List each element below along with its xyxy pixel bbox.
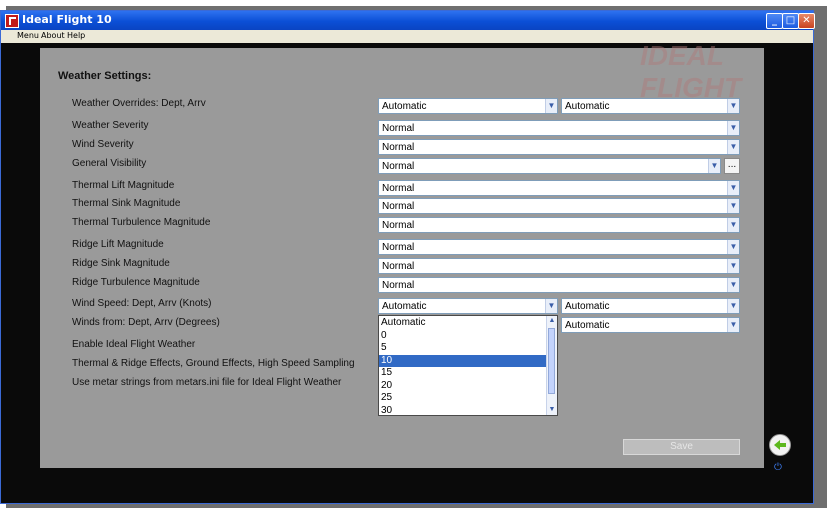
chevron-down-icon[interactable]: ▼ (727, 299, 739, 313)
select-value: Automatic (565, 301, 610, 312)
dropdown-option[interactable]: Automatic (379, 317, 548, 330)
menu-item-menu[interactable]: Menu (17, 31, 39, 40)
wind-speed-arrv-select[interactable]: Automatic ▼ (561, 298, 740, 314)
label-thermal-ridge-effects: Thermal & Ridge Effects, Ground Effects,… (72, 358, 355, 369)
scrollbar-thumb[interactable] (548, 328, 555, 394)
label-thermal-lift: Thermal Lift Magnitude (72, 180, 175, 191)
weather-override-dept-select[interactable]: Automatic ▼ (378, 98, 558, 114)
thermal-lift-select[interactable]: Normal ▼ (378, 180, 740, 196)
select-value: Normal (382, 142, 415, 153)
label-weather-overrides: Weather Overrides: Dept, Arrv (72, 98, 206, 109)
label-ridge-sink: Ridge Sink Magnitude (72, 258, 170, 269)
select-value: Normal (382, 280, 415, 291)
page-title: Weather Settings: (58, 70, 152, 82)
chevron-down-icon[interactable]: ▼ (727, 199, 739, 213)
maximize-button[interactable]: □ (782, 13, 799, 29)
select-value: Normal (382, 183, 415, 194)
ridge-sink-select[interactable]: Normal ▼ (378, 258, 740, 274)
chevron-down-icon[interactable]: ▼ (727, 181, 739, 195)
dropdown-scrollbar[interactable]: ▲ ▼ (546, 316, 557, 415)
label-ridge-turbulence: Ridge Turbulence Magnitude (72, 277, 200, 288)
power-icon[interactable]: ⏻ (774, 462, 782, 473)
watermark-logo: IDEAL FLIGHT (640, 40, 742, 103)
scroll-up-icon[interactable]: ▲ (547, 316, 557, 326)
chevron-down-icon[interactable]: ▼ (545, 99, 557, 113)
dropdown-option[interactable]: 25 (379, 392, 548, 405)
general-visibility-select[interactable]: Normal ▼ (378, 158, 721, 174)
select-value: Normal (382, 123, 415, 134)
window-title: Ideal Flight 10 (22, 13, 112, 26)
chevron-down-icon[interactable]: ▼ (727, 218, 739, 232)
chevron-down-icon[interactable]: ▼ (727, 278, 739, 292)
dropdown-option[interactable]: 15 (379, 367, 548, 380)
dropdown-option-selected[interactable]: 10 (379, 354, 548, 367)
wind-speed-dept-select[interactable]: Automatic ▼ (378, 298, 558, 314)
weather-severity-select[interactable]: Normal ▼ (378, 120, 740, 136)
select-value: Automatic (382, 301, 427, 312)
wind-speed-dropdown-list[interactable]: Automatic 0 5 10 15 20 25 30 ▲ ▼ (378, 315, 558, 416)
chevron-down-icon[interactable]: ▼ (727, 140, 739, 154)
chevron-down-icon[interactable]: ▼ (727, 259, 739, 273)
visibility-options-button[interactable]: ... (724, 158, 740, 174)
scroll-down-icon[interactable]: ▼ (547, 405, 557, 415)
title-bar[interactable]: Ideal Flight 10 _ □ ✕ (1, 11, 815, 30)
select-value: Automatic (382, 101, 427, 112)
dropdown-option[interactable]: 5 (379, 342, 548, 355)
chevron-down-icon[interactable]: ▼ (708, 159, 720, 173)
wind-severity-select[interactable]: Normal ▼ (378, 139, 740, 155)
select-value: Normal (382, 242, 415, 253)
select-value: Normal (382, 161, 415, 172)
select-value: Normal (382, 201, 415, 212)
thermal-turbulence-select[interactable]: Normal ▼ (378, 217, 740, 233)
label-wind-speed: Wind Speed: Dept, Arrv (Knots) (72, 298, 212, 309)
select-value: Automatic (565, 320, 610, 331)
select-value: Normal (382, 261, 415, 272)
chevron-down-icon[interactable]: ▼ (727, 240, 739, 254)
winds-from-arrv-select[interactable]: Automatic ▼ (561, 317, 740, 333)
dropdown-option[interactable]: 20 (379, 380, 548, 393)
minimize-button[interactable]: _ (766, 13, 783, 29)
chevron-down-icon[interactable]: ▼ (727, 121, 739, 135)
dropdown-option[interactable]: 30 (379, 405, 548, 418)
dropdown-option[interactable]: 0 (379, 330, 548, 343)
chevron-down-icon[interactable]: ▼ (727, 318, 739, 332)
back-arrow-icon[interactable] (769, 434, 791, 456)
ridge-turbulence-select[interactable]: Normal ▼ (378, 277, 740, 293)
label-ridge-lift: Ridge Lift Magnitude (72, 239, 164, 250)
chevron-down-icon[interactable]: ▼ (545, 299, 557, 313)
label-use-metar: Use metar strings from metars.ini file f… (72, 377, 342, 388)
menu-item-help[interactable]: Help (67, 31, 85, 40)
arrow-tail-shape (779, 443, 786, 447)
ridge-lift-select[interactable]: Normal ▼ (378, 239, 740, 255)
chevron-down-icon[interactable]: ▼ (727, 99, 739, 113)
close-button[interactable]: ✕ (798, 13, 815, 29)
label-enable-weather: Enable Ideal Flight Weather (72, 339, 196, 350)
label-winds-from: Winds from: Dept, Arrv (Degrees) (72, 317, 220, 328)
app-logo-icon (5, 14, 19, 28)
save-button[interactable]: Save (623, 439, 740, 455)
select-value: Normal (382, 220, 415, 231)
menu-item-about[interactable]: About (41, 31, 65, 40)
label-thermal-turbulence: Thermal Turbulence Magnitude (72, 217, 211, 228)
weather-override-arrv-select[interactable]: Automatic ▼ (561, 98, 740, 114)
label-general-visibility: General Visibility (72, 158, 147, 169)
thermal-sink-select[interactable]: Normal ▼ (378, 198, 740, 214)
label-thermal-sink: Thermal Sink Magnitude (72, 198, 181, 209)
label-wind-severity: Wind Severity (72, 139, 134, 150)
label-weather-severity: Weather Severity (72, 120, 149, 131)
select-value: Automatic (565, 101, 610, 112)
